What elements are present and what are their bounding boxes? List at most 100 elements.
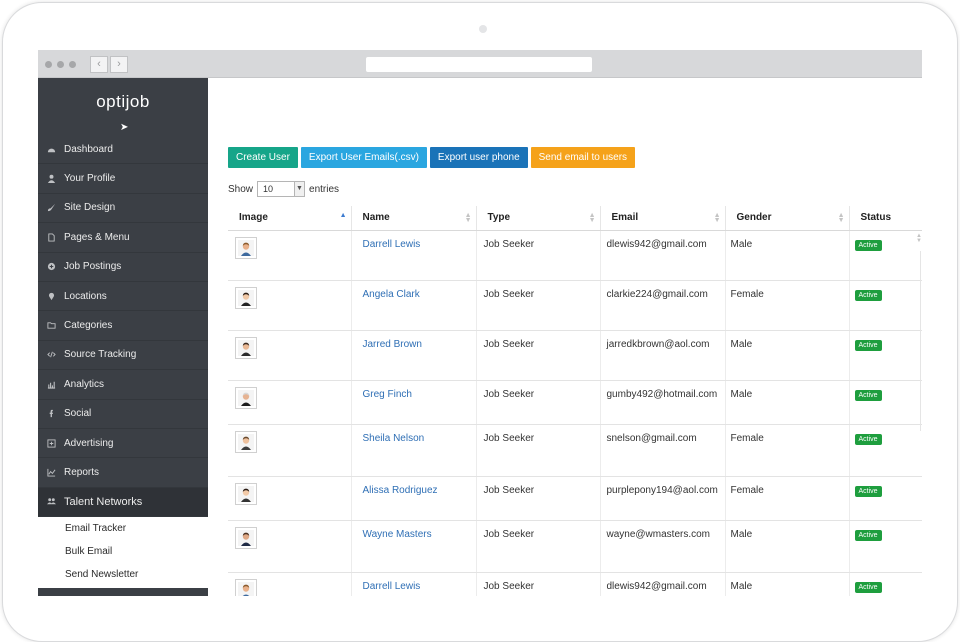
page-icon (47, 233, 56, 242)
cell-gender: Male (725, 520, 850, 573)
sidebar-item-social[interactable]: Social (38, 400, 208, 429)
show-label: Show (228, 183, 254, 195)
cell-name[interactable]: Angela Clark (351, 280, 477, 331)
sidebar-item-locations[interactable]: Locations (38, 282, 208, 312)
cell-type: Job Seeker (476, 572, 601, 596)
table-row[interactable]: Jarred Brown Job Seeker jarredkbrown@aol.c… (228, 330, 922, 381)
status-badge: Active (854, 339, 882, 351)
status-badge: Active (854, 581, 882, 593)
address-bar[interactable] (366, 57, 592, 72)
sidebar-menu: Dashboard Your Profile Site Design Pages & … (38, 135, 208, 518)
app-logo[interactable]: optijob (38, 92, 208, 112)
table-scroll-track[interactable] (920, 251, 921, 431)
cell-gender: Female (725, 424, 850, 477)
table-row[interactable]: Wayne Masters Job Seeker wayne@wmasters.co… (228, 520, 922, 573)
cell-type: Job Seeker (476, 424, 601, 477)
cell-email: snelson@gmail.com (600, 424, 726, 477)
cell-name[interactable]: Greg Finch (351, 380, 477, 425)
cell-name[interactable]: Jarred Brown (351, 330, 477, 381)
cell-email: jarredkbrown@aol.com (600, 330, 726, 381)
avatar[interactable] (235, 286, 257, 309)
column-header-email[interactable]: Email ▲ ▼ (600, 206, 726, 231)
window-maximize-dot[interactable] (69, 61, 76, 68)
submenu-item-email-tracker[interactable]: Email Tracker (38, 517, 208, 540)
table-row[interactable]: Darrell Lewis Job Seeker dlewis942@gmail.c… (228, 230, 922, 281)
cell-name[interactable]: Darrell Lewis (351, 572, 477, 596)
submenu-item-send-newsletter[interactable]: Send Newsletter (38, 563, 208, 586)
sidebar-item-label: Talent Networks (64, 495, 143, 508)
sidebar-item-talent-networks[interactable]: Talent Networks (38, 487, 208, 518)
column-header-status[interactable]: Status (849, 206, 922, 231)
table-row[interactable]: Sheila Nelson Job Seeker snelson@gmail.com… (228, 424, 922, 477)
sidebar-item-label: Locations (64, 290, 107, 302)
cell-name[interactable]: Darrell Lewis (351, 230, 477, 281)
facebook-icon (47, 409, 56, 418)
sidebar-item-label: Source Tracking (64, 349, 137, 361)
cell-gender: Male (725, 230, 850, 281)
cell-gender: Male (725, 380, 850, 425)
entries-value: 10 (263, 184, 274, 194)
avatar[interactable] (235, 336, 257, 359)
avatar[interactable] (235, 526, 257, 549)
column-header-gender[interactable]: Gender ▲ ▼ (725, 206, 850, 231)
cell-name[interactable]: Sheila Nelson (351, 424, 477, 477)
avatar-cell (228, 280, 352, 331)
status-badge: Active (854, 529, 882, 541)
cell-type: Job Seeker (476, 476, 601, 521)
export-phone-button[interactable]: Export user phone (429, 147, 528, 168)
sidebar-item-job-postings[interactable]: Job Postings (38, 253, 208, 282)
send-email-button[interactable]: Send email to users (530, 147, 636, 168)
status-badge: Active (854, 239, 882, 251)
table-header-row: Image ▲ Name ▲ ▼ Type ▲ ▼ Email ▲ ▼ Gender ▲ ▼ Status (228, 206, 922, 231)
column-header-image[interactable]: Image ▲ (228, 206, 352, 231)
sidebar-item-site-design[interactable]: Site Design (38, 194, 208, 224)
table-row[interactable]: Angela Clark Job Seeker clarkie224@gmail.c… (228, 280, 922, 331)
avatar-cell (228, 424, 352, 477)
sidebar-item-label: Analytics (64, 378, 105, 390)
entries-select[interactable]: 10 ▼ (257, 181, 306, 197)
sidebar-item-analytics[interactable]: Analytics (38, 370, 208, 400)
avatar[interactable] (235, 482, 257, 505)
cell-email: clarkie224@gmail.com (600, 280, 726, 331)
cell-type: Job Seeker (476, 520, 601, 573)
sort-icon: ▲ ▼ (588, 212, 596, 224)
table-row[interactable]: Alissa Rodriguez Job Seeker purplepony194@… (228, 476, 922, 521)
cell-name[interactable]: Alissa Rodriguez (351, 476, 477, 521)
cell-gender: Female (725, 476, 850, 521)
column-header-name[interactable]: Name ▲ ▼ (351, 206, 477, 231)
sidebar-item-source-tracking[interactable]: Source Tracking (38, 341, 208, 371)
window-close-dot[interactable] (45, 61, 52, 68)
sidebar-collapse-icon[interactable]: ➤ (120, 122, 128, 133)
column-header-type[interactable]: Type ▲ ▼ (476, 206, 601, 231)
forward-arrow-icon[interactable]: › (110, 56, 128, 73)
column-header-label: Gender (736, 212, 772, 224)
avatar-cell (228, 330, 352, 381)
table-row[interactable]: Darrell Lewis Job Seeker dlewis942@gmail.c… (228, 572, 922, 596)
sidebar-item-reports[interactable]: Reports (38, 458, 208, 488)
sidebar-item-dashboard[interactable]: Dashboard (38, 135, 208, 165)
sidebar-footer (38, 588, 208, 596)
submenu-item-bulk-email[interactable]: Bulk Email (38, 540, 208, 563)
avatar[interactable] (235, 430, 257, 453)
avatar[interactable] (235, 236, 257, 259)
sidebar: optijob ➤ Dashboard Your Profile Site Desi… (38, 78, 208, 596)
sidebar-item-categories[interactable]: Categories (38, 311, 208, 341)
users-icon (47, 497, 56, 506)
cell-name[interactable]: Wayne Masters (351, 520, 477, 573)
create-user-button[interactable]: Create User (228, 147, 298, 168)
table-row[interactable]: Greg Finch Job Seeker gumby492@hotmail.com… (228, 380, 922, 425)
back-arrow-icon[interactable]: ‹ (90, 56, 108, 73)
avatar[interactable] (235, 386, 257, 409)
export-emails-button[interactable]: Export User Emails(.csv) (300, 147, 427, 168)
cell-type: Job Seeker (476, 230, 601, 281)
sidebar-item-pages-menu[interactable]: Pages & Menu (38, 223, 208, 253)
column-header-label: Email (611, 212, 639, 224)
location-pin-icon (47, 292, 56, 301)
sidebar-item-your-profile[interactable]: Your Profile (38, 164, 208, 194)
sidebar-item-advertising[interactable]: Advertising (38, 429, 208, 459)
window-minimize-dot[interactable] (57, 61, 64, 68)
avatar[interactable] (235, 578, 257, 596)
users-table: Image ▲ Name ▲ ▼ Type ▲ ▼ Email ▲ ▼ Gender ▲ ▼ Status … (228, 206, 922, 596)
action-buttons: Create User Export User Emails(.csv) Exp… (228, 147, 636, 168)
cell-email: dlewis942@gmail.com (600, 230, 726, 281)
